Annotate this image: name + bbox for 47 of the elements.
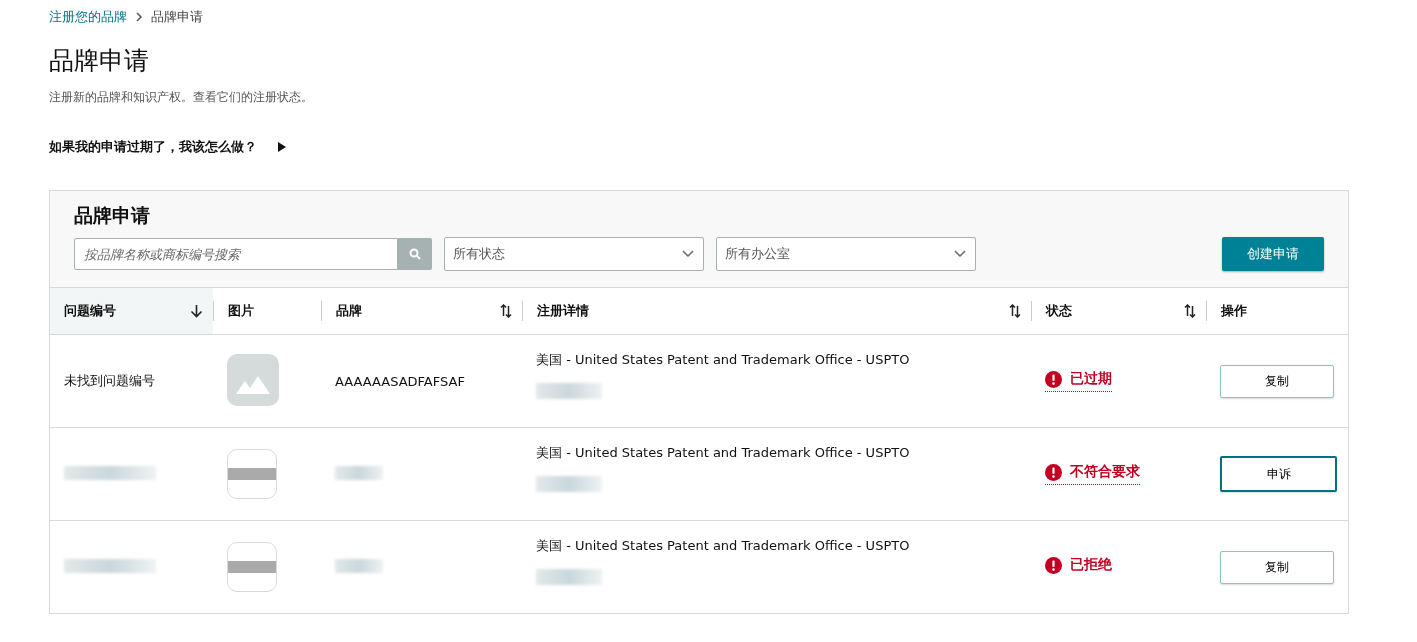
sort-icon [500,304,512,318]
redaction-blur [335,465,383,480]
alert-icon [1045,370,1062,388]
search-icon [409,248,421,260]
expand-icon[interactable] [277,142,286,152]
faq-toggle[interactable]: 如果我的申请过期了，我该怎么做？ [49,138,257,156]
redaction-blur [536,383,602,399]
alert-icon [1045,463,1062,481]
column-header[interactable]: 状态 [1031,288,1206,335]
column-header[interactable]: 品牌 [321,288,522,335]
search-field[interactable]: 按品牌名称或商标编号搜索 [74,238,398,270]
sort-arrow-icon [190,304,203,318]
column-header[interactable]: 注册详情 [522,288,1031,335]
sort-icon [1184,304,1196,318]
sort-icon [1009,304,1021,318]
chevron-icon [135,12,143,22]
filter-dropdown[interactable]: 所有状态 [444,237,704,271]
card-title: 品牌申请 [74,203,151,228]
column-header[interactable]: 问题编号 [50,288,213,335]
status-label[interactable]: 已拒绝 [1045,556,1112,578]
office-text: 美国 - United States Patent and Trademark Office - USPTO [536,537,911,555]
office-text: 美国 - United States Patent and Trademark Office - USPTO [536,444,911,462]
redaction-blur [536,476,602,492]
filter-dropdown[interactable]: 所有办公室 [716,237,976,271]
create-button[interactable]: 创建申请 [1222,237,1324,271]
status-label[interactable]: 已过期 [1045,370,1112,392]
column-header[interactable]: 图片 [213,288,321,335]
image-placeholder-icon [227,353,279,406]
office-text: 美国 - United States Patent and Trademark Office - USPTO [536,351,911,369]
chevron-down-icon [682,250,694,258]
breadcrumb-item[interactable]: 注册您的品牌 [49,8,127,26]
action-button[interactable]: 申诉 [1220,456,1337,492]
column-header[interactable]: 操作 [1206,288,1348,335]
page-subtitle: 注册新的品牌和知识产权。查看它们的注册状态。 [49,89,314,106]
redaction-blur [335,558,383,573]
action-button[interactable]: 复制 [1220,550,1334,584]
action-button[interactable]: 复制 [1220,364,1334,398]
page-title: 品牌申请 [49,45,150,77]
chevron-down-icon [954,250,966,258]
alert-icon [1045,556,1062,574]
status-label[interactable]: 不符合要求 [1045,463,1140,485]
table-cell: AAAAAASADFAFSAF [335,373,465,389]
table-cell: 未找到问题编号 [64,373,155,388]
redaction-blur [536,569,602,585]
redacted-thumbnail [227,542,277,592]
redacted-thumbnail [227,449,277,499]
breadcrumb-item: 品牌申请 [151,8,203,26]
